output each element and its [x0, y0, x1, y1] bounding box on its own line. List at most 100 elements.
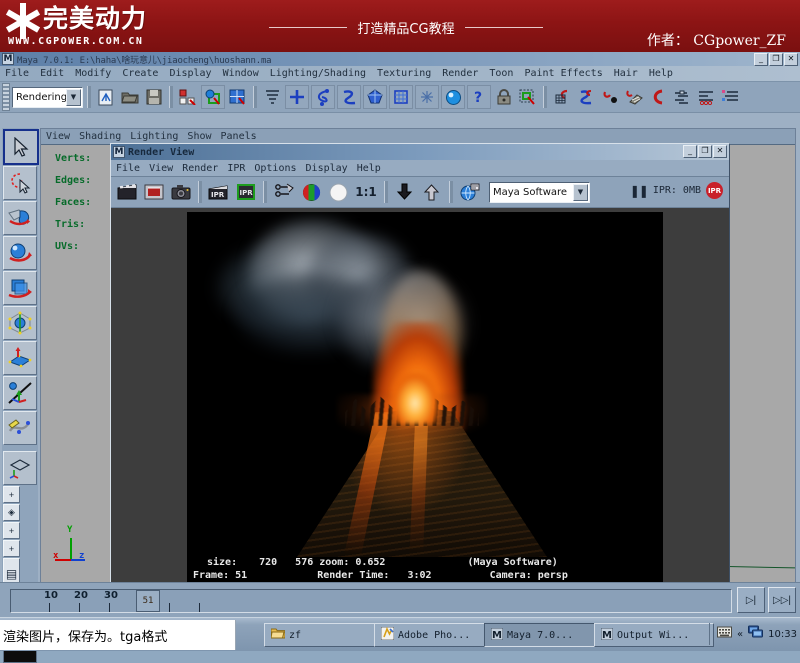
time-slider-cursor[interactable]: 51 — [136, 590, 160, 612]
tool-settings-icon[interactable] — [695, 86, 717, 108]
display-alpha-channel-icon[interactable] — [326, 180, 350, 204]
minimize-button[interactable]: _ — [754, 53, 768, 66]
remove-image-icon[interactable] — [420, 180, 444, 204]
lock-icon[interactable] — [493, 86, 515, 108]
particle-icon[interactable] — [415, 85, 439, 109]
layout-four-view-b[interactable]: ◈ — [3, 504, 20, 521]
viewport-menu-show[interactable]: Show — [187, 131, 211, 142]
keep-image-icon[interactable] — [393, 180, 417, 204]
render-view-minimize-button[interactable]: _ — [683, 145, 697, 158]
viewport-menu-view[interactable]: View — [46, 131, 70, 142]
viewport-menu-panels[interactable]: Panels — [221, 131, 257, 142]
display-rgb-channels-icon[interactable] — [299, 180, 323, 204]
taskbar-item-maya[interactable]: M Maya 7.0... — [484, 623, 604, 647]
layout-single-perspective-view[interactable] — [3, 451, 37, 485]
close-button[interactable]: ✕ — [784, 53, 798, 66]
menu-modify[interactable]: Modify — [75, 68, 111, 79]
restore-button[interactable]: ❐ — [769, 53, 783, 66]
play-forwards-button[interactable]: ▷| — [737, 587, 765, 613]
render-view-menu-options[interactable]: Options — [254, 163, 296, 174]
render-view-window[interactable]: M Render View _ ❐ ✕ File View Render IPR… — [110, 143, 730, 598]
selection-mask-icon[interactable] — [517, 86, 539, 108]
help-question-icon[interactable]: ? — [467, 85, 491, 109]
viewport-menu-lighting[interactable]: Lighting — [130, 131, 178, 142]
menu-paint-effects[interactable]: Paint Effects — [524, 68, 602, 79]
toolbox-item-move-tool[interactable] — [3, 236, 37, 270]
channel-box-icon[interactable] — [719, 86, 741, 108]
toolbar-gripper[interactable] — [2, 83, 10, 111]
menu-create[interactable]: Create — [122, 68, 158, 79]
select-by-object-icon[interactable] — [201, 85, 225, 109]
pause-ipr-icon[interactable]: ❚❚ — [630, 184, 648, 198]
menu-set-selector[interactable]: Rendering ▼ — [12, 87, 83, 108]
render-region-icon[interactable] — [142, 180, 166, 204]
chevron-down-icon[interactable]: ▼ — [66, 89, 81, 106]
new-scene-icon[interactable] — [95, 86, 117, 108]
menu-texturing[interactable]: Texturing — [377, 68, 431, 79]
render-view-restore-button[interactable]: ❐ — [698, 145, 712, 158]
render-settings-icon[interactable] — [272, 180, 296, 204]
toolbox-item-rotate-tool[interactable] — [3, 271, 37, 305]
menu-hair[interactable]: Hair — [614, 68, 638, 79]
toolbox-item-show-manipulator-tool[interactable] — [3, 411, 37, 445]
snap-to-grid-icon[interactable] — [551, 86, 573, 108]
tray-expand-icon[interactable]: « — [737, 629, 743, 640]
layout-four-view-c[interactable]: + — [3, 522, 20, 539]
toolbox-item-scale-tool[interactable] — [3, 306, 37, 340]
go-to-end-button[interactable]: ▷▷| — [768, 587, 796, 613]
attribute-editor-icon[interactable] — [671, 86, 693, 108]
layout-four-view-a[interactable]: + — [3, 486, 20, 503]
menu-toon[interactable]: Toon — [489, 68, 513, 79]
snap-to-point-icon[interactable] — [599, 86, 621, 108]
select-by-component-icon[interactable] — [227, 86, 249, 108]
render-current-frame-icon[interactable] — [115, 180, 139, 204]
render-view-menu-view[interactable]: View — [149, 163, 173, 174]
viewport-menu-shading[interactable]: Shading — [79, 131, 121, 142]
taskbar-item-photoshop[interactable]: Adobe Pho... — [374, 623, 494, 647]
menu-display[interactable]: Display — [169, 68, 211, 79]
renderer-chevron-down-icon[interactable]: ▼ — [573, 184, 588, 201]
toolbox-item-soft-modification-tool[interactable] — [3, 376, 37, 410]
layout-four-view-d[interactable]: + — [3, 540, 20, 557]
taskbar-item-zf[interactable]: zf — [264, 623, 384, 647]
display-image-info-globe-icon[interactable] — [458, 180, 482, 204]
menu-edit[interactable]: Edit — [40, 68, 64, 79]
menu-window[interactable]: Window — [223, 68, 259, 79]
render-view-menu-render[interactable]: Render — [182, 163, 218, 174]
toolbox-item-universal-manipulator[interactable] — [3, 341, 37, 375]
taskbar-item-output-window[interactable]: M Output Wi... — [594, 623, 714, 647]
save-scene-icon[interactable] — [143, 86, 165, 108]
snap-to-magnet-icon[interactable] — [647, 86, 669, 108]
deform-lattice-icon[interactable] — [389, 85, 413, 109]
snap-to-curve2-icon[interactable] — [575, 86, 597, 108]
render-view-menu-help[interactable]: Help — [357, 163, 381, 174]
menu-file[interactable]: File — [5, 68, 29, 79]
toolbox-item-lasso-tool[interactable] — [3, 166, 37, 200]
toolbox-item-select-tool[interactable] — [3, 129, 39, 165]
edit-curve-icon[interactable] — [337, 85, 361, 109]
render-view-close-button[interactable]: ✕ — [713, 145, 727, 158]
network-icon[interactable] — [748, 625, 763, 643]
render-view-menu-ipr[interactable]: IPR — [227, 163, 245, 174]
time-slider-track[interactable]: 10 20 30 51 — [10, 589, 732, 613]
snapshot-camera-icon[interactable] — [169, 180, 193, 204]
curve-tool-icon[interactable] — [311, 85, 335, 109]
real-size-ratio-label[interactable]: 1:1 — [353, 180, 379, 204]
ipr-badge-icon[interactable]: IPR — [706, 182, 723, 199]
renderer-selector[interactable]: Maya Software ▼ — [489, 182, 590, 203]
rendered-image[interactable]: size: 720 576 zoom: 0.652 (Maya Software… — [187, 212, 663, 584]
menu-render[interactable]: Render — [442, 68, 478, 79]
render-view-canvas[interactable]: size: 720 576 zoom: 0.652 (Maya Software… — [111, 208, 729, 599]
render-view-menu-file[interactable]: File — [116, 163, 140, 174]
refresh-ipr-region-icon[interactable]: IPR — [234, 180, 258, 204]
menu-help[interactable]: Help — [649, 68, 673, 79]
ipr-render-icon[interactable]: IPR — [207, 180, 231, 204]
nurbs-sphere-icon[interactable] — [363, 85, 387, 109]
render-view-menu-display[interactable]: Display — [306, 163, 348, 174]
open-scene-icon[interactable] — [119, 86, 141, 108]
add-plus-icon[interactable] — [285, 85, 309, 109]
menu-lighting-shading[interactable]: Lighting/Shading — [270, 68, 366, 79]
toolbox-item-paint-select-tool[interactable] — [3, 201, 37, 235]
select-by-hierarchy-icon[interactable] — [177, 86, 199, 108]
keyboard-icon[interactable] — [717, 625, 732, 643]
